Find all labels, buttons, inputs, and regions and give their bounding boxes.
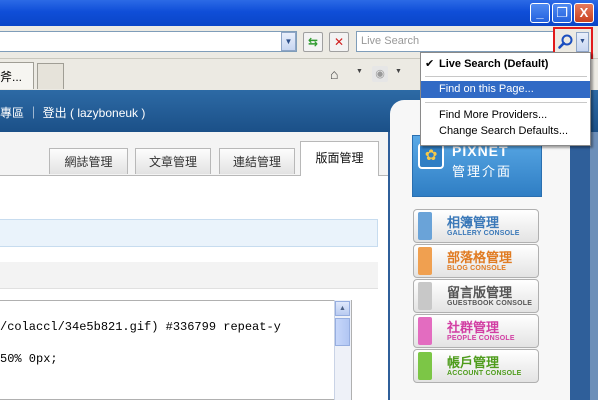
button-title: 相簿管理 [447, 215, 500, 230]
blog-console-button[interactable]: 部落格管理 BLOG CONSOLE [413, 244, 539, 278]
scroll-up-arrow[interactable]: ▲ [335, 301, 350, 316]
menu-item-live-search-default[interactable]: Live Search (Default) [421, 56, 590, 73]
address-bar[interactable] [0, 31, 297, 52]
gallery-color-icon [418, 212, 432, 240]
menu-item-change-search-defaults[interactable]: Change Search Defaults... [421, 123, 590, 140]
feeds-icon[interactable]: ◉ [372, 66, 388, 82]
menu-separator [425, 76, 587, 77]
account-console-button[interactable]: 帳戶管理 ACCOUNT CONSOLE [413, 349, 539, 383]
tab-title: 斧... [0, 70, 23, 84]
account-color-icon [418, 352, 432, 380]
scrollbar-thumb[interactable] [335, 318, 350, 346]
button-title: 社群管理 [447, 320, 500, 335]
refresh-button[interactable]: ⇆ [303, 32, 323, 52]
code-line: 50% 0px; [0, 352, 58, 366]
window-titlebar [0, 0, 598, 26]
menu-item-find-on-page[interactable]: Find on this Page... [421, 81, 590, 98]
button-subtitle: GALLERY CONSOLE [447, 230, 520, 237]
pixnet-flower-icon: ✿ [418, 143, 444, 169]
gallery-console-button[interactable]: 相簿管理 GALLERY CONSOLE [413, 209, 539, 243]
chevron-down-icon[interactable]: ▼ [356, 68, 363, 75]
button-subtitle: ACCOUNT CONSOLE [447, 370, 522, 377]
people-console-button[interactable]: 社群管理 PEOPLE CONSOLE [413, 314, 539, 348]
button-title: 帳戶管理 [447, 355, 500, 370]
sidebar-edge [590, 132, 598, 400]
browser-tab[interactable]: 斧... [0, 62, 34, 89]
tab-layout-manage[interactable]: 版面管理 [300, 141, 379, 176]
button-subtitle: PEOPLE CONSOLE [447, 335, 515, 342]
maximize-button[interactable]: ❐ [552, 3, 572, 23]
search-input[interactable]: Live Search [356, 31, 554, 52]
chevron-down-icon[interactable]: ▼ [395, 68, 402, 75]
guestbook-console-button[interactable]: 留言版管理 GUESTBOOK CONSOLE [413, 279, 539, 313]
search-options-dropdown-button[interactable]: ▼ [576, 32, 589, 52]
section-strip [0, 262, 378, 289]
button-title: 留言版管理 [447, 285, 513, 300]
people-color-icon [418, 317, 432, 345]
blog-color-icon [418, 247, 432, 275]
guestbook-color-icon [418, 282, 432, 310]
minimize-button[interactable]: _ [530, 3, 550, 23]
menu-item-find-more-providers[interactable]: Find More Providers... [421, 107, 590, 124]
tab-link-manage[interactable]: 連結管理 [219, 148, 295, 174]
close-button[interactable]: X [574, 3, 594, 23]
tab-blog-manage[interactable]: 網誌管理 [49, 148, 128, 174]
user-links[interactable]: 專區 ｜ 登出 ( lazyboneuk ) [0, 104, 145, 121]
address-dropdown-button[interactable]: ▼ [281, 32, 296, 51]
stop-button[interactable]: ✕ [329, 32, 349, 52]
menu-separator [425, 102, 587, 103]
search-icon[interactable] [557, 32, 575, 52]
home-icon[interactable]: ⌂ [330, 66, 338, 82]
button-title: 部落格管理 [447, 250, 513, 265]
new-tab-button[interactable] [37, 63, 64, 89]
button-subtitle: GUESTBOOK CONSOLE [447, 300, 533, 307]
css-code-editor[interactable]: /colaccl/34e5b821.gif) #336799 repeat-y … [0, 300, 352, 400]
info-strip [0, 219, 378, 247]
code-line: /colaccl/34e5b821.gif) #336799 repeat-y [0, 320, 281, 334]
button-subtitle: BLOG CONSOLE [447, 265, 507, 272]
tab-article-manage[interactable]: 文章管理 [135, 148, 211, 174]
logo-subtitle: 管理介面 [452, 164, 513, 179]
